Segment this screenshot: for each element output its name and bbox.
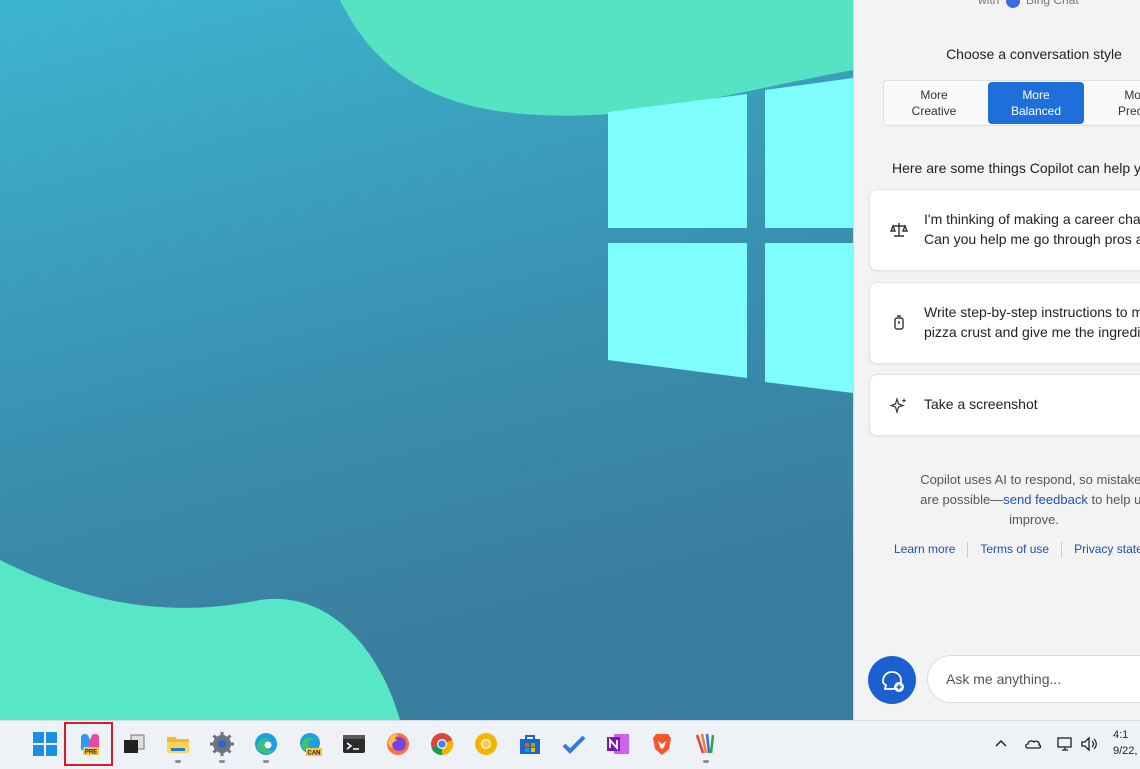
suggestion-text: Take a screenshot [924, 396, 1038, 412]
start-button[interactable] [32, 731, 58, 757]
learn-more-link[interactable]: Learn more [894, 542, 955, 556]
conversation-style-selector: More Creative More Balanced More Precise [883, 80, 1140, 126]
show-hidden-icons-chevron-up-icon[interactable] [992, 735, 1010, 753]
task-view-button[interactable] [121, 731, 147, 757]
todo-button[interactable] [561, 731, 587, 757]
volume-speaker-icon[interactable] [1080, 735, 1098, 753]
divider [967, 542, 969, 558]
sparkle-icon [890, 396, 907, 414]
clock-date: 9/22, [1113, 745, 1138, 757]
terminal-button[interactable] [341, 731, 367, 757]
onedrive-cloud-icon[interactable] [1024, 735, 1042, 753]
terminal-icon [343, 735, 365, 753]
running-indicator [219, 760, 225, 763]
clock[interactable]: 4:1 9/22, [1113, 727, 1137, 759]
style-more-balanced-button[interactable]: More Balanced [988, 82, 1084, 124]
footer-links: Learn more Terms of use Privacy statement [894, 542, 1140, 558]
paint-button[interactable] [693, 731, 719, 757]
with-label: with [978, 0, 1000, 7]
canary-badge: CAN [308, 751, 321, 757]
divider [1061, 542, 1063, 558]
taskbar: PRE CAN 4:1 9/22, [0, 720, 1140, 769]
suggestion-text: I'm thinking of making a career change. … [924, 211, 1140, 247]
ai-disclaimer: Copilot uses AI to respond, so mistakes … [854, 470, 1140, 530]
suggestion-card-pizza[interactable]: Write step-by-step instructions to make … [869, 282, 1140, 364]
wallpaper-graphic [0, 0, 853, 720]
store-icon [520, 735, 540, 754]
suggestion-card-screenshot[interactable]: Take a screenshot [869, 374, 1140, 436]
task-view-icon [124, 734, 145, 753]
chrome-canary-button[interactable] [473, 731, 499, 757]
onenote-icon [607, 734, 629, 754]
windows-logo-icon [33, 732, 57, 756]
onenote-button[interactable] [605, 731, 631, 757]
microsoft-store-button[interactable] [517, 731, 543, 757]
terms-of-use-link[interactable]: Terms of use [980, 542, 1049, 556]
network-monitor-icon[interactable] [1056, 735, 1074, 753]
desktop-wallpaper [0, 0, 853, 720]
firefox-button[interactable] [385, 731, 411, 757]
firefox-icon [387, 733, 409, 755]
timer-icon [894, 315, 904, 330]
copilot-preview-button[interactable]: PRE [77, 731, 103, 757]
send-feedback-link[interactable]: send feedback [1003, 492, 1088, 507]
suggestion-card-career[interactable]: I'm thinking of making a career change. … [869, 189, 1140, 271]
help-heading: Here are some things Copilot can help yo… [892, 160, 1140, 176]
gear-icon [210, 732, 234, 756]
running-indicator [175, 760, 181, 763]
folder-icon [167, 737, 189, 753]
edge-canary-icon: CAN [300, 733, 322, 757]
suggestion-text: Write step-by-step instructions to make … [924, 304, 1140, 340]
running-indicator [263, 760, 269, 763]
settings-button[interactable] [209, 731, 235, 757]
bing-logo-icon [1005, 0, 1020, 8]
copilot-icon: PRE [80, 733, 100, 756]
chrome-canary-icon [475, 733, 497, 755]
running-indicator [703, 760, 709, 763]
scales-icon [890, 223, 908, 237]
checkmark-icon [562, 735, 586, 754]
choose-style-heading: Choose a conversation style [946, 46, 1122, 62]
chrome-button[interactable] [429, 731, 455, 757]
clock-time: 4:1 [1113, 729, 1129, 741]
ask-input[interactable] [927, 655, 1140, 703]
style-more-precise-button[interactable]: More Precise [1090, 82, 1140, 124]
file-explorer-button[interactable] [165, 731, 191, 757]
copilot-panel: with Bing Chat Choose a conversation sty… [853, 0, 1140, 720]
new-topic-button[interactable] [868, 656, 916, 704]
bing-chat-label: Bing Chat [1026, 0, 1079, 7]
edge-canary-button[interactable]: CAN [297, 731, 323, 757]
header-partial: with Bing Chat [978, 0, 1079, 8]
brave-button[interactable] [649, 731, 675, 757]
style-more-creative-button[interactable]: More Creative [886, 82, 982, 124]
edge-button[interactable] [253, 731, 279, 757]
brave-icon [653, 734, 671, 755]
new-chat-icon [882, 671, 904, 692]
chrome-icon [431, 733, 454, 756]
paint-brush-icon [695, 733, 715, 754]
edge-icon [255, 733, 277, 755]
preview-badge: PRE [85, 750, 97, 756]
privacy-statement-link[interactable]: Privacy statement [1074, 542, 1140, 556]
